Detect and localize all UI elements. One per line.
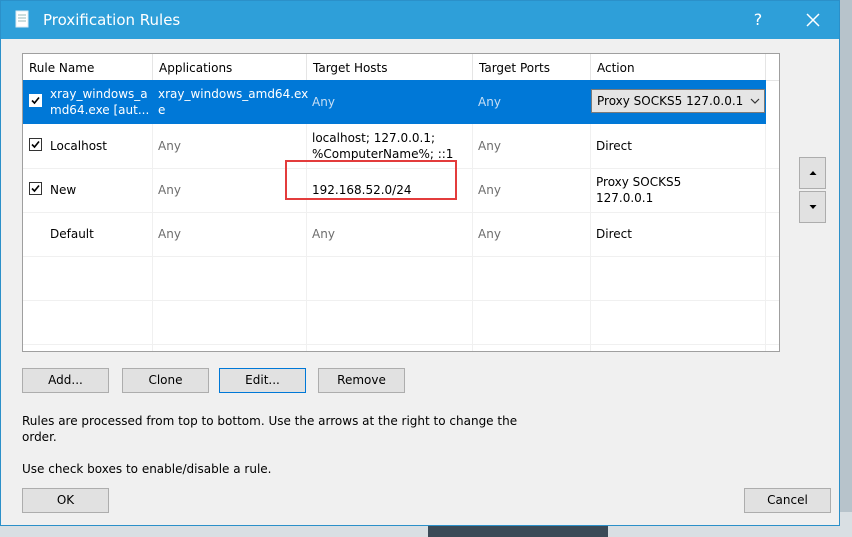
rule-name: Localhost (50, 139, 108, 153)
rule-target-ports: Any (478, 139, 501, 153)
action-dropdown[interactable]: Proxy SOCKS5 127.0.0.1 (591, 89, 765, 113)
close-button[interactable] (801, 9, 825, 31)
rule-name: xray_windows_a md64.exe [aut... (50, 87, 150, 117)
chevron-down-icon (750, 98, 760, 104)
list-header: Rule Name Applications Target Hosts Targ… (23, 54, 779, 81)
rule-row-xray[interactable]: xray_windows_a md64.exe [aut... xray_win… (23, 80, 766, 124)
column-header-target-hosts[interactable]: Target Hosts (307, 54, 473, 80)
background-window (838, 0, 852, 537)
rule-name: New (50, 183, 77, 197)
cancel-button[interactable]: Cancel (744, 488, 831, 513)
grid-line (23, 344, 779, 345)
rule-enable-checkbox[interactable] (29, 182, 42, 195)
order-help-text: Rules are processed from top to bottom. … (22, 414, 518, 444)
triangle-down-icon (809, 205, 817, 209)
rule-applications: Any (158, 139, 181, 153)
edit-button[interactable]: Edit... (219, 368, 306, 393)
proxification-rules-dialog: Proxification Rules ? Rule Name Applicat… (0, 0, 840, 526)
checkmark-icon (31, 140, 40, 149)
remove-button[interactable]: Remove (318, 368, 405, 393)
grid-line (23, 256, 779, 257)
column-header-rule-name[interactable]: Rule Name (23, 54, 153, 80)
move-down-button[interactable] (799, 191, 826, 223)
dialog-title: Proxification Rules (43, 11, 181, 29)
help-button[interactable]: ? (747, 9, 769, 31)
rule-applications: Any (158, 227, 181, 241)
column-header-applications[interactable]: Applications (153, 54, 307, 80)
rule-action: Direct (596, 139, 632, 153)
grid-line (23, 300, 779, 301)
close-icon (806, 13, 820, 27)
rule-row-default[interactable]: Default Any Any Any Direct (23, 212, 766, 256)
rule-enable-checkbox[interactable] (29, 94, 42, 107)
rule-target-hosts: Any (312, 227, 335, 241)
triangle-up-icon (809, 171, 817, 175)
title-bar[interactable]: Proxification Rules ? (1, 1, 839, 39)
rule-target-ports: Any (478, 227, 501, 241)
rule-applications: xray_windows_amd64.ex e (158, 87, 309, 117)
rule-action: Direct (596, 227, 632, 241)
rule-action: Proxy SOCKS5 127.0.0.1 (596, 175, 682, 205)
checkbox-help-text: Use check boxes to enable/disable a rule… (22, 462, 272, 476)
rule-target-ports: Any (478, 95, 501, 109)
rule-applications: Any (158, 183, 181, 197)
move-up-button[interactable] (799, 157, 826, 189)
column-header-action[interactable]: Action (591, 54, 766, 80)
rule-target-hosts: Any (312, 95, 335, 109)
highlight-annotation-box (285, 160, 457, 200)
rule-target-ports: Any (478, 183, 501, 197)
scroll-icon (15, 10, 29, 28)
add-button[interactable]: Add... (22, 368, 109, 393)
checkmark-icon (31, 96, 40, 105)
checkmark-icon (31, 184, 40, 193)
rules-list[interactable]: Rule Name Applications Target Hosts Targ… (22, 53, 780, 352)
column-header-target-ports[interactable]: Target Ports (473, 54, 591, 80)
clone-button[interactable]: Clone (122, 368, 209, 393)
rule-enable-checkbox[interactable] (29, 138, 42, 151)
rule-name: Default (50, 227, 94, 241)
action-dropdown-value: Proxy SOCKS5 127.0.0.1 (597, 94, 744, 108)
ok-button[interactable]: OK (22, 488, 109, 513)
